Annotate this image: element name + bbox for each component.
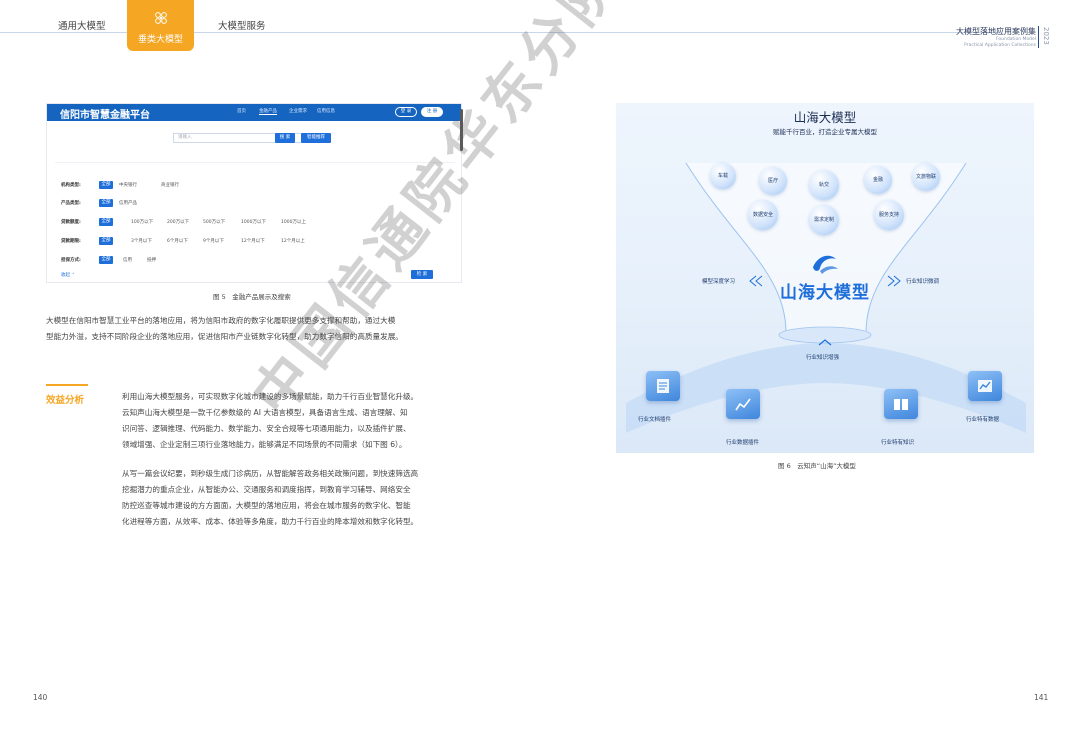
filter-option[interactable]: 信用 [123,257,132,263]
login-button[interactable]: 登 录 [395,107,417,117]
chart-icon [735,398,751,411]
platform-title: 信阳市智慧金融平台 [60,110,150,121]
filter-option[interactable]: 商业银行 [161,182,179,188]
tab-vertical-models[interactable]: 垂类大模型 [127,0,194,51]
tile-industry-knowledge [884,389,918,419]
text-line: 从写一篇会议纪要，到秒级生成门诊病历，从智能解答政务相关政策问题，到快速筛选高 [122,469,419,478]
tab-general-models[interactable]: 通用大模型 [58,18,106,32]
nav-products[interactable]: 金融产品 [259,108,277,115]
diagram-title: 山海大模型 [793,110,857,125]
text-line: 领域增强、企业定制三项行业落地能力，能够满足不同场景的不同需求（如下图 6）。 [122,440,407,449]
label-knowledge-enhance: 行业知识增强 [806,355,840,361]
tab-model-services[interactable]: 大模型服务 [218,18,266,32]
bubble-service: 服务支持 [874,200,904,230]
text-line: 挖掘潜力的重点企业，从智能办公、交通服务和调度指挥，到教育学习辅导、网络安全 [122,485,411,494]
bubble-rail: 轨交 [809,170,839,200]
section-rule [46,384,88,386]
filter-option[interactable]: 500万以下 [203,219,225,225]
bubble-custom: 需求定制 [809,205,839,235]
filter-option[interactable]: 中央银行 [119,182,137,188]
filter-all-chip[interactable]: 全部 [99,199,113,207]
label-data-plugin: 行业数据插件 [726,440,760,446]
nav-demands[interactable]: 企业需求 [289,108,307,114]
label-doc-plugin: 行业文档插件 [638,417,672,423]
figure-5-screenshot: 信阳市智慧金融平台 首页 金融产品 企业需求 信用信息 登 录 注 册 请输入 … [46,103,462,283]
page-number-right: 141 [1034,693,1049,702]
text-line: 云知声山海大模型是一款千亿参数级的 AI 大语言模型，具备语言生成、语言理解、知 [122,408,408,417]
figure-5-caption: 图 5 金融产品展示及搜索 [213,293,291,301]
filter-option[interactable]: 3个月以下 [131,238,152,244]
platform-header: 信阳市智慧金融平台 首页 金融产品 企业需求 信用信息 登 录 注 册 [47,104,461,121]
filter-option[interactable]: 200万以下 [167,219,189,225]
tab-vertical-models-label: 垂类大模型 [137,35,183,45]
filter-option[interactable]: 抵押 [147,257,156,263]
document-icon [657,379,669,393]
text-line: 识问答、逻辑推理、代码能力、数学能力、安全合规等七项通用能力，以及插件扩展、 [122,424,411,433]
filter-key: 担保方式: [61,258,81,263]
text-line: 防控巡查等城市建设的方方面面，大模型的落地应用，将会在城市服务的数字化、智能 [122,501,411,510]
filter-option[interactable]: 9个月以下 [203,238,224,244]
tile-industry-data [968,371,1002,401]
text-line: 型能力外溢，支持不同阶段企业的落地应用，促进信阳市产业链数字化转型，助力数字信阳… [46,332,403,341]
bubble-data-security: 数据安全 [748,200,778,230]
year-label: 2023 [1042,27,1050,45]
recommend-button[interactable]: 智能推荐 [301,133,331,143]
nav-credit[interactable]: 信用信息 [317,108,335,114]
nav-home[interactable]: 首页 [237,108,246,114]
book-icon [894,399,908,410]
filter-key: 机构类型: [61,183,81,188]
bubble-medical: 医疗 [759,167,787,195]
filter-panel: 机构类型: 全部 中央银行 商业银行 产品类型: 全部 信用产品 贷款额度: 全… [55,162,455,280]
label-industry-data: 行业特有数据 [966,417,1000,423]
text-line: 利用山海大模型服务，可实现数字化城市建设的多场景赋能，助力千行百业智慧化升级。 [122,392,419,401]
paragraph-intro: 大模型在信阳市智慧工业平台的落地应用，将为信阳市政府的数字化履职提供更多支撑和帮… [46,313,403,345]
bubble-finance: 金融 [864,166,892,194]
paragraph-benefit-2: 从写一篇会议纪要，到秒级生成门诊病历，从智能解答政务相关政策问题，到快速筛选高 … [122,466,418,530]
filter-all-chip[interactable]: 全部 [99,237,113,245]
collapse-toggle[interactable]: 收起 ⌃ [61,272,75,278]
filter-all-chip[interactable]: 全部 [99,256,113,264]
tile-data-plugin [726,389,760,419]
filter-search-button[interactable]: 检 索 [411,270,433,279]
brand-block: 大模型落地应用案例集 Foundation Model Practical Ap… [956,26,1036,49]
filter-option[interactable]: 1000万以上 [281,219,306,225]
label-industry-knowledge: 行业特有知识 [881,440,915,446]
page-number-left: 140 [33,693,48,702]
diagram-subtitle: 赋能千行百业，打造企业专属大模型 [773,128,877,136]
brand-divider [1038,26,1039,48]
filter-all-chip[interactable]: 全部 [99,218,113,226]
filter-key: 贷款额度: [61,220,81,225]
figure-scrollbar[interactable] [460,109,463,151]
nodes-icon [154,12,167,24]
figure-6-diagram: 山海大模型 赋能千行百业，打造企业专属大模型 车载 医疗 轨交 金融 文旅物联 … [616,103,1034,453]
text-line: 化进程等方面，从效率、成本、体验等多角度，助力千行百业的降本增效和数字化转型。 [122,517,419,526]
trend-icon [978,380,992,392]
text-line: 大模型在信阳市智慧工业平台的落地应用，将为信阳市政府的数字化履职提供更多支撑和帮… [46,316,396,325]
paragraph-benefit-1: 利用山海大模型服务，可实现数字化城市建设的多场景赋能，助力千行百业智慧化升级。 … [122,389,418,453]
brand-name: 山海大模型 [780,283,870,303]
label-fine-tuning: 行业知识微调 [906,279,940,285]
brand-title: 大模型落地应用案例集 [956,27,1036,36]
filter-option[interactable]: 100万以下 [131,219,153,225]
figure-6-caption: 图 6 云知声“山海”大模型 [778,462,856,470]
filter-option[interactable]: 信用产品 [119,200,137,206]
filter-key: 贷款期限: [61,239,81,244]
search-button[interactable]: 搜 索 [275,133,295,143]
label-deep-learning: 模型深度学习 [702,279,736,285]
filter-option[interactable]: 12个月以下 [241,238,265,244]
filter-option[interactable]: 6个月以下 [167,238,188,244]
brand-sub2: Practical Application Collections [964,43,1036,48]
register-button[interactable]: 注 册 [421,107,443,117]
section-title: 效益分析 [46,395,85,406]
filter-option[interactable]: 12个月以上 [281,238,305,244]
wave-logo-icon [813,255,838,274]
filter-option[interactable]: 1000万以下 [241,219,266,225]
filter-key: 产品类型: [61,201,81,206]
filter-all-chip[interactable]: 全部 [99,181,113,189]
tile-doc-plugin [646,371,680,401]
bubble-tourism-iot: 文旅物联 [912,163,940,191]
bubble-auto: 车载 [710,163,736,189]
